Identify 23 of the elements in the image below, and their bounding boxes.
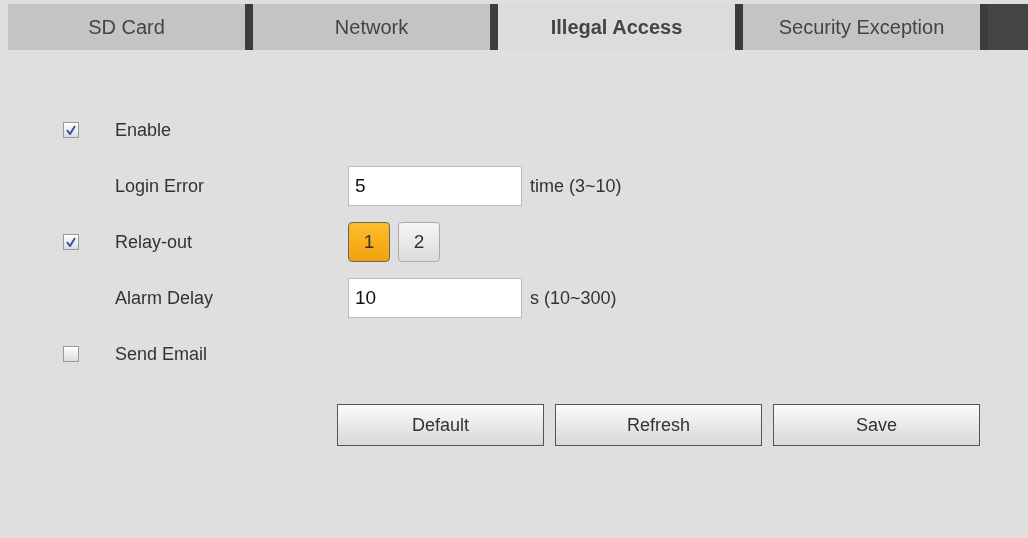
tab-bar-background xyxy=(988,4,1028,50)
check-icon xyxy=(66,125,76,135)
tab[interactable]: SD Card xyxy=(8,4,253,50)
checkbox[interactable] xyxy=(63,234,79,250)
field-label: Login Error xyxy=(115,175,205,197)
channel-button[interactable]: 1 xyxy=(348,222,390,262)
input-field[interactable]: 10 xyxy=(348,278,522,318)
tab[interactable]: Security Exception xyxy=(743,4,988,50)
checkbox[interactable] xyxy=(63,346,79,362)
action-button[interactable]: Save xyxy=(773,404,980,446)
field-label: Alarm Delay xyxy=(115,287,214,309)
check-icon xyxy=(66,237,76,247)
input-field[interactable]: 5 xyxy=(348,166,522,206)
option-label: Send Email xyxy=(115,343,208,365)
option-label: Enable xyxy=(115,119,172,141)
action-button[interactable]: Default xyxy=(337,404,544,446)
range-hint: s (10~300) xyxy=(530,287,617,309)
action-button[interactable]: Refresh xyxy=(555,404,762,446)
tab[interactable]: Network xyxy=(253,4,498,50)
option-label: Relay-out xyxy=(115,231,193,253)
checkbox[interactable] xyxy=(63,122,79,138)
channel-button[interactable]: 2 xyxy=(398,222,440,262)
range-hint: time (3~10) xyxy=(530,175,622,197)
